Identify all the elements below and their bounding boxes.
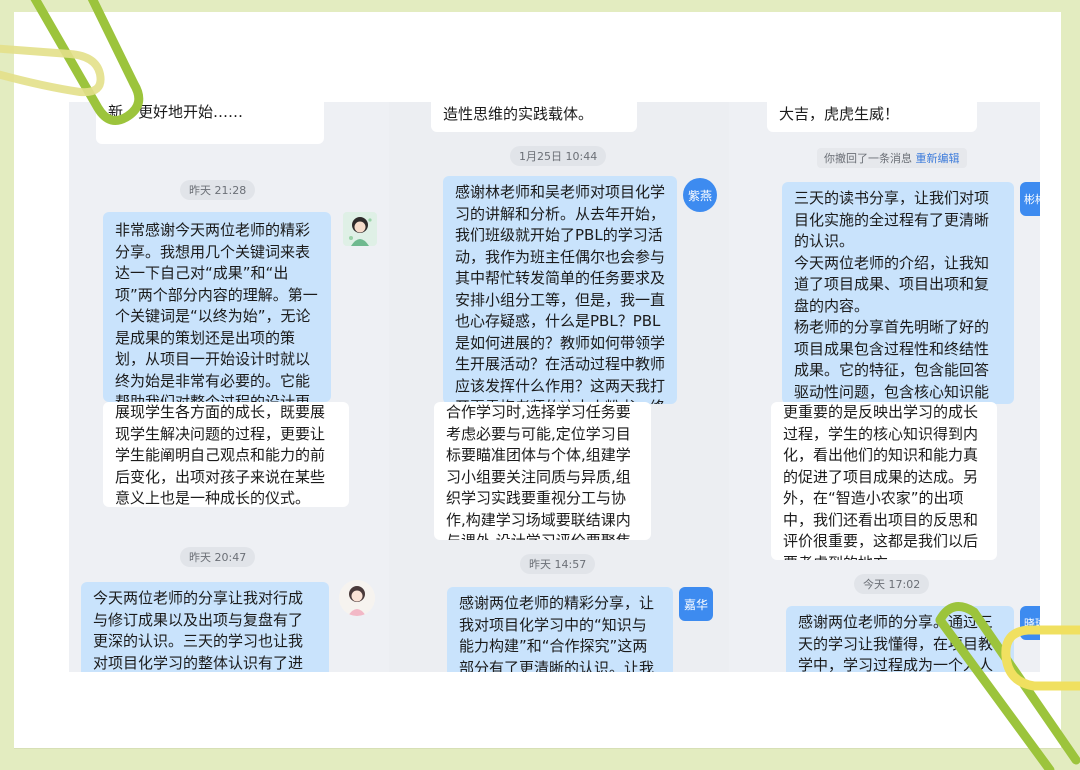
message-bubble: 感谢两位老师的精彩分享，让我对项目化学习中的“知识与能力构建”和“合作探究”这两… [447,587,673,672]
message-bubble: 合作学习时,选择学习任务要考虑必要与可能,定位学习目标要瞄准团体与个体,组建学习… [434,402,651,540]
avatar[interactable]: 嘉华 [679,587,713,621]
timestamp: 昨天 21:28 [180,180,256,200]
message-bubble: 三天的读书分享，让我们对项目化实施的全过程有了更清晰的认识。 今天两位老师的介绍… [782,182,1014,404]
timestamp: 昨天 14:57 [520,554,596,574]
chat-screenshot-collage: 新、更好地开始…… 昨天 21:28 非常感谢今天两位老师的精彩分享。我想用几个… [69,102,1040,672]
timestamp: 1月25日 10:44 [510,146,607,166]
re-edit-link[interactable]: 重新编辑 [916,152,960,165]
recall-notice: 你撤回了一条消息 重新编辑 [817,148,967,168]
message-bubble: 非常感谢今天两位老师的精彩分享。我想用几个关键词来表达一下自己对“成果”和“出项… [103,212,331,402]
avatar[interactable]: 紫燕 [683,178,717,212]
message-bubble: 今天两位老师的分享让我对行成与修订成果以及出项与复盘有了更深的认识。三天的学习也… [81,582,329,672]
girl-avatar-icon [343,212,377,246]
recall-notice-text: 你撤回了一条消息 [824,152,912,165]
girl-avatar-icon [339,580,375,616]
avatar[interactable]: 彬彬 [1020,182,1040,216]
message-bubble: 感谢林老师和吴老师对项目化学习的讲解和分析。从去年开始，我们班级就开始了PBL的… [443,176,677,404]
message-bubble: 大吉，虎虎生威！ [767,102,977,132]
message-bubble: 更重要的是反映出学习的成长过程，学生的核心知识得到内化，看出他们的知识和能力真的… [771,402,997,560]
chat-column-1: 新、更好地开始…… 昨天 21:28 非常感谢今天两位老师的精彩分享。我想用几个… [69,102,389,672]
timestamp: 今天 17:02 [854,574,930,594]
photo-frame: 新、更好地开始…… 昨天 21:28 非常感谢今天两位老师的精彩分享。我想用几个… [14,12,1061,748]
chat-column-2: 造性思维的实践载体。 1月25日 10:44 紫燕 感谢林老师和吴老师对项目化学… [389,102,729,672]
message-bubble: 新、更好地开始…… [96,102,324,144]
message-bubble: 感谢两位老师的分享。通过三天的学习让我懂得，在项目教学中，学习过程成为一个人人 [786,606,1014,672]
chat-column-3: 大吉，虎虎生威！ 你撤回了一条消息 重新编辑 彬彬 三天的读书分享，让我们对项目… [729,102,1040,672]
avatar[interactable]: 晓琳 [1020,606,1040,640]
avatar[interactable] [339,580,375,616]
timestamp: 昨天 20:47 [180,547,256,567]
avatar[interactable] [343,212,377,246]
message-bubble: 展现学生各方面的成长，既要展现学生解决问题的过程，更要让学生能阐明自己观点和能力… [103,402,349,507]
message-bubble: 造性思维的实践载体。 [431,102,637,132]
